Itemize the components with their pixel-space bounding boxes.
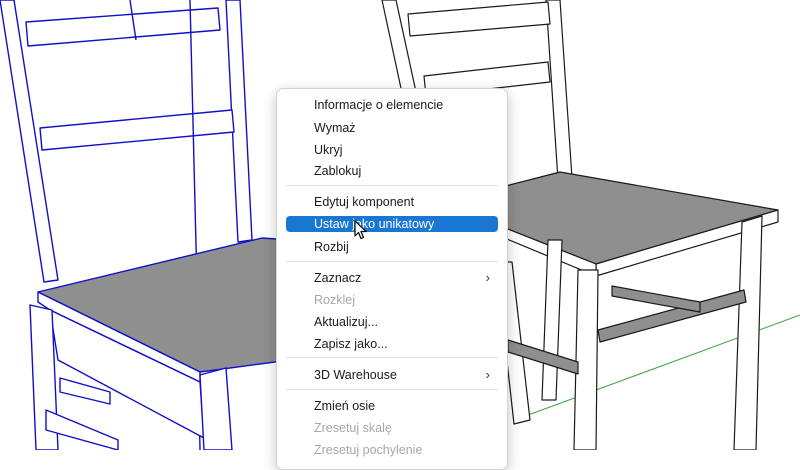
menu-separator <box>286 389 498 390</box>
menu-item-make-unique[interactable]: Ustaw jako unikatowy <box>286 216 498 232</box>
menu-item-reset-skew: Zresetuj pochylenie <box>314 443 423 457</box>
menu-item-erase[interactable]: Wymaż <box>286 120 498 136</box>
menu-item-unglue: Rozklej <box>314 293 355 307</box>
menu-separator <box>286 357 498 358</box>
menu-item-label: Zaznacz <box>314 271 362 285</box>
menu-item-change-axes[interactable]: Zmień osie <box>286 398 498 414</box>
chevron-right-icon: › <box>485 367 490 382</box>
arrow-pointer-icon <box>354 220 367 240</box>
menu-item-reload[interactable]: Aktualizuj... <box>286 314 498 330</box>
menu-item-hide[interactable]: Ukryj <box>286 142 498 158</box>
chevron-right-icon: › <box>485 270 490 285</box>
menu-item-select[interactable]: Zaznacz › <box>286 270 498 286</box>
menu-separator <box>286 261 498 262</box>
menu-item-entity-info[interactable]: Informacje o elemencie <box>286 97 498 113</box>
menu-item-label: 3D Warehouse <box>314 368 397 382</box>
context-menu: Informacje o elemencie Wymaż Ukryj Zablo… <box>276 88 508 470</box>
menu-item-save-as[interactable]: Zapisz jako... <box>286 336 498 352</box>
menu-item-3d-warehouse[interactable]: 3D Warehouse › <box>286 367 498 383</box>
menu-separator <box>286 185 498 186</box>
menu-item-edit-component[interactable]: Edytuj komponent <box>286 194 498 210</box>
menu-item-explode[interactable]: Rozbij <box>286 239 498 255</box>
menu-item-lock[interactable]: Zablokuj <box>286 163 498 179</box>
menu-item-reset-scale: Zresetuj skalę <box>314 421 392 435</box>
